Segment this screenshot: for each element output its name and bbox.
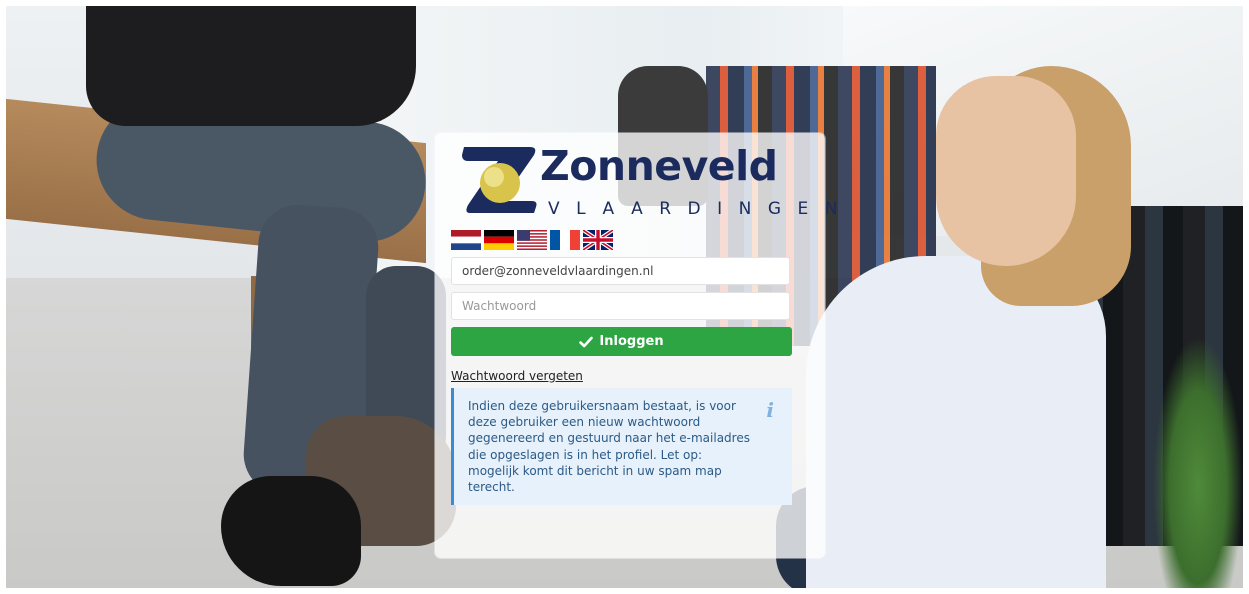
info-icon: i <box>766 398 774 422</box>
info-alert: Indien deze gebruikersnaam bestaat, is v… <box>451 388 792 505</box>
login-button[interactable]: Inloggen <box>451 327 792 356</box>
uk-flag-icon[interactable] <box>583 230 613 250</box>
language-selector <box>451 230 613 250</box>
password-input[interactable] <box>451 292 790 320</box>
fr-flag-icon[interactable] <box>550 230 580 250</box>
login-button-label: Inloggen <box>599 334 664 349</box>
nl-flag-icon[interactable] <box>451 230 481 250</box>
brand-name: Zonneveld <box>540 142 778 190</box>
de-flag-icon[interactable] <box>484 230 514 250</box>
us-flag-icon[interactable] <box>517 230 547 250</box>
check-icon <box>579 336 594 347</box>
brand-subtitle: VLAARDINGEN <box>548 199 854 219</box>
forgot-password-link[interactable]: Wachtwoord vergeten <box>451 369 583 383</box>
email-input[interactable] <box>451 257 790 285</box>
info-message: Indien deze gebruikersnaam bestaat, is v… <box>468 399 750 495</box>
